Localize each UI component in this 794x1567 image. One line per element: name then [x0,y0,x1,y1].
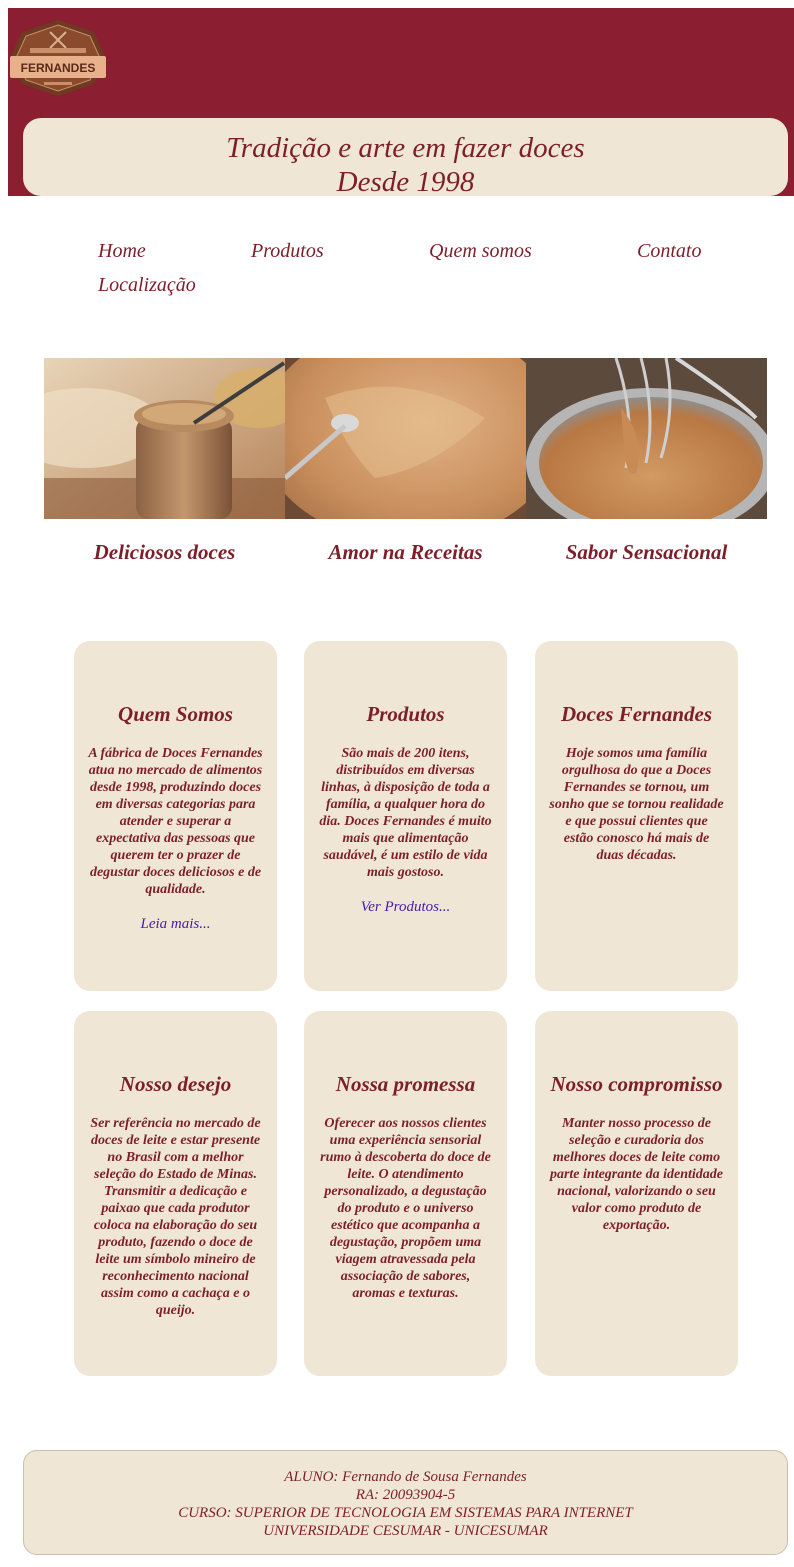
footer-aluno: ALUNO: Fernando de Sousa Fernandes [284,1469,527,1485]
tagline-box: Tradição e arte em fazer doces Desde 199… [23,118,788,198]
footer-ra: RA: 20093904-5 [355,1487,456,1503]
fernandes-logo[interactable]: FERNANDES [10,18,106,98]
card-text: Manter nosso processo de seleção e curad… [549,1116,724,1233]
nav-link-home[interactable]: Home [98,240,146,263]
card-title: Produtos [366,702,445,726]
tagline-line-1: Tradição e arte em fazer doces [226,132,585,164]
card-title: Nossa promessa [335,1072,476,1096]
card-text: A fábrica de Doces Fernandes atua no mer… [88,746,263,897]
photo-whisk-doce-de-leite [526,358,767,519]
nav-link-localizacao[interactable]: Localização [98,274,196,297]
card-title: Nosso desejo [119,1072,232,1096]
card-doces-fernandes: Doces Fernandes Hoje somos uma família o… [535,641,738,991]
caption-sabor-sensacional: Sabor Sensacional [565,540,728,564]
card-title: Quem Somos [118,702,233,726]
card-text: Ser referência no mercado de doces de le… [90,1116,261,1318]
card-text: São mais de 200 itens, distribuídos em d… [319,746,492,880]
card-quem-somos: Quem Somos A fábrica de Doces Fernandes … [74,641,277,991]
card-title: Doces Fernandes [560,702,713,726]
leia-mais-link[interactable]: Leia mais... [88,916,263,933]
footer-curso: CURSO: SUPERIOR DE TECNOLOGIA EM SISTEMA… [178,1505,633,1521]
nav-link-quem-somos[interactable]: Quem somos [429,240,532,263]
card-nosso-compromisso: Nosso compromisso Manter nosso processo … [535,1011,738,1376]
nav-link-produtos[interactable]: Produtos [251,240,324,263]
card-text: Hoje somos uma família orgulhosa do que … [549,746,724,863]
card-produtos: Produtos São mais de 200 itens, distribu… [304,641,507,991]
tagline-line-2: Desde 1998 [336,166,475,198]
logo-text: FERNANDES [21,61,96,75]
card-nosso-desejo: Nosso desejo Ser referência no mercado d… [74,1011,277,1376]
photo-jar-doce-de-leite [44,358,285,519]
gallery-captions: Deliciosos doces Amor na Receitas Sabor … [44,540,767,565]
site-footer: ALUNO: Fernando de Sousa Fernandes RA: 2… [23,1450,788,1555]
nav-link-contato[interactable]: Contato [637,240,701,263]
caption-deliciosos-doces: Deliciosos doces [93,540,236,564]
photo-gallery [44,358,767,519]
footer-universidade: UNIVERSIDADE CESUMAR - UNICESUMAR [263,1523,548,1539]
caption-amor-na-receitas: Amor na Receitas [328,540,483,564]
card-nossa-promessa: Nossa promessa Oferecer aos nossos clien… [304,1011,507,1376]
logo-badge-icon: FERNANDES [10,20,106,96]
site-header: FERNANDES Tradição e arte em fazer doces… [8,8,794,198]
card-title: Nosso compromisso [550,1072,723,1096]
card-text: Oferecer aos nossos clientes uma experiê… [320,1116,491,1301]
photo-bowl-doce-de-leite [285,358,526,519]
ver-produtos-link[interactable]: Ver Produtos... [318,899,493,916]
